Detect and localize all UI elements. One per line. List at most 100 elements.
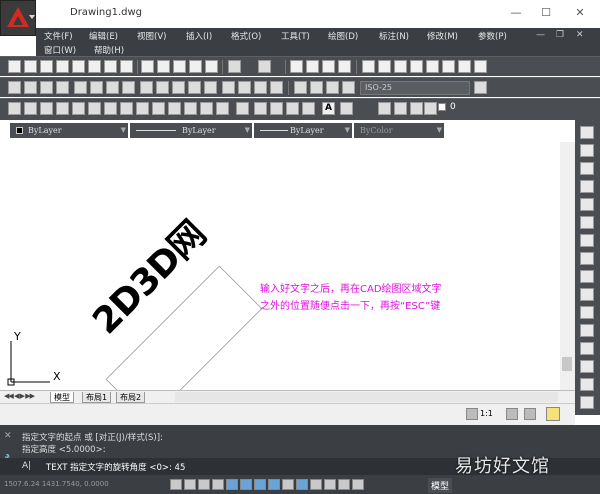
move-icon[interactable] (580, 216, 594, 229)
menu-format[interactable]: 格式(O) (231, 30, 261, 42)
menu-tools[interactable]: 工具(T) (281, 30, 310, 42)
current-layer-name[interactable]: 0 (450, 102, 456, 112)
extend-icon[interactable] (580, 306, 594, 319)
array-icon[interactable] (580, 198, 594, 211)
tolerance-icon[interactable] (222, 81, 235, 94)
plotstyle-dropdown[interactable]: ByColor ▼ (354, 123, 444, 138)
point-icon[interactable] (216, 102, 229, 115)
auto-scale-icon[interactable] (524, 408, 536, 420)
aligned-dim-icon[interactable] (24, 81, 37, 94)
jogged-linear-icon[interactable] (270, 81, 283, 94)
multiline-text-icon[interactable]: A (322, 102, 335, 115)
pan-icon[interactable] (290, 60, 303, 73)
mirror-icon[interactable] (580, 162, 594, 175)
linear-dim-icon[interactable] (8, 81, 21, 94)
jogged-dim-icon[interactable] (90, 81, 103, 94)
paste-icon[interactable] (173, 60, 186, 73)
lineweight-dropdown[interactable]: ByLayer ▼ (254, 123, 352, 138)
gradient-icon[interactable] (254, 102, 267, 115)
zoom-window-icon[interactable] (322, 60, 335, 73)
child-restore-button[interactable]: ❐ (556, 30, 564, 40)
markup-icon[interactable] (426, 60, 439, 73)
dynamic-input-icon[interactable] (296, 479, 308, 490)
break-icon[interactable] (580, 342, 594, 355)
ordinate-dim-icon[interactable] (56, 81, 69, 94)
annotation-scale-icon[interactable] (466, 408, 478, 420)
quickcalc-icon[interactable] (442, 60, 455, 73)
annotation-visibility-icon[interactable] (506, 408, 518, 420)
dim-break-icon[interactable] (204, 81, 217, 94)
drawing-area[interactable]: 2D3D网 输入好文字之后，再在CAD绘图区域文字 之外的位置随便点击一下，再按… (0, 142, 575, 390)
annotation-scale-value[interactable]: 1:1 (480, 409, 493, 418)
scale-icon[interactable] (580, 252, 594, 265)
dim-edit-icon[interactable] (294, 81, 307, 94)
new-icon[interactable] (8, 60, 21, 73)
dim-space-icon[interactable] (188, 81, 201, 94)
polygon-icon[interactable] (56, 102, 69, 115)
otrack-icon[interactable] (268, 479, 280, 490)
rectangle-icon[interactable] (72, 102, 85, 115)
tab-layout1[interactable]: 布局1 (82, 392, 112, 403)
child-minimize-button[interactable]: — (536, 30, 545, 40)
plot-icon[interactable] (56, 60, 69, 73)
close-command-icon[interactable]: ✕ (4, 431, 12, 441)
region-icon[interactable] (270, 102, 283, 115)
continue-dim-icon[interactable] (172, 81, 185, 94)
menu-view[interactable]: 视图(V) (137, 30, 166, 42)
quick-properties-icon[interactable] (338, 479, 350, 490)
grid-display-icon[interactable] (198, 479, 210, 490)
menu-modify[interactable]: 修改(M) (427, 30, 458, 42)
dim-update-icon[interactable] (326, 81, 339, 94)
menu-parameter[interactable]: 参数(P) (478, 30, 507, 42)
table-icon[interactable] (286, 102, 299, 115)
trim-icon[interactable] (580, 288, 594, 301)
menu-window[interactable]: 窗口(W) (44, 44, 76, 56)
vertical-scrollbar[interactable] (560, 142, 575, 392)
tab-model[interactable]: 模型 (50, 392, 74, 403)
open-icon[interactable] (24, 60, 37, 73)
scrollbar-thumb[interactable] (562, 357, 572, 371)
isolate-objects-icon[interactable] (546, 407, 560, 421)
design-center-icon[interactable] (378, 60, 391, 73)
app-menu-button[interactable] (0, 0, 36, 36)
3d-osnap-icon[interactable] (254, 479, 266, 490)
osnap-icon[interactable] (240, 479, 252, 490)
menu-help[interactable]: 帮助(H) (94, 44, 124, 56)
dim-text-edit-icon[interactable] (310, 81, 323, 94)
zoom-previous-icon[interactable] (338, 60, 351, 73)
fillet-icon[interactable] (580, 396, 594, 409)
diameter-dim-icon[interactable] (106, 81, 119, 94)
revision-cloud-icon[interactable] (120, 102, 133, 115)
menu-dimension[interactable]: 标注(N) (379, 30, 409, 42)
tool-palettes-icon[interactable] (394, 60, 407, 73)
spline-icon[interactable] (136, 102, 149, 115)
preview-icon[interactable] (72, 60, 85, 73)
horizontal-scrollbar[interactable] (175, 392, 558, 402)
child-close-button[interactable]: ✕ (576, 30, 584, 40)
rotate-icon[interactable] (580, 234, 594, 247)
ortho-icon[interactable] (212, 479, 224, 490)
infer-constraints-icon[interactable] (170, 479, 182, 490)
zoom-realtime-icon[interactable] (306, 60, 319, 73)
tab-layout2[interactable]: 布局2 (116, 392, 146, 403)
grid-icon[interactable] (302, 102, 315, 115)
polyline-icon[interactable] (40, 102, 53, 115)
angular-dim-icon[interactable] (122, 81, 135, 94)
construction-line-icon[interactable] (24, 102, 37, 115)
offset-icon[interactable] (580, 180, 594, 193)
save-icon[interactable] (40, 60, 53, 73)
layer-properties-icon[interactable] (378, 102, 391, 115)
properties-icon[interactable] (362, 60, 375, 73)
ellipse-arc-icon[interactable] (168, 102, 181, 115)
block-editor-icon[interactable] (205, 60, 218, 73)
ellipse-icon[interactable] (152, 102, 165, 115)
menu-edit[interactable]: 编辑(E) (89, 30, 118, 42)
color-dropdown[interactable]: ByLayer ▼ (10, 123, 128, 138)
arc-icon[interactable] (88, 102, 101, 115)
linetype-dropdown[interactable]: ByLayer ▼ (130, 123, 252, 138)
insert-block-icon[interactable] (184, 102, 197, 115)
snap-icon[interactable] (184, 479, 196, 490)
inspection-icon[interactable] (254, 81, 267, 94)
tab-nav-arrows[interactable]: ◀◀ ◀ ▶ ▶▶ (4, 392, 35, 400)
menu-file[interactable]: 文件(F) (44, 30, 73, 42)
